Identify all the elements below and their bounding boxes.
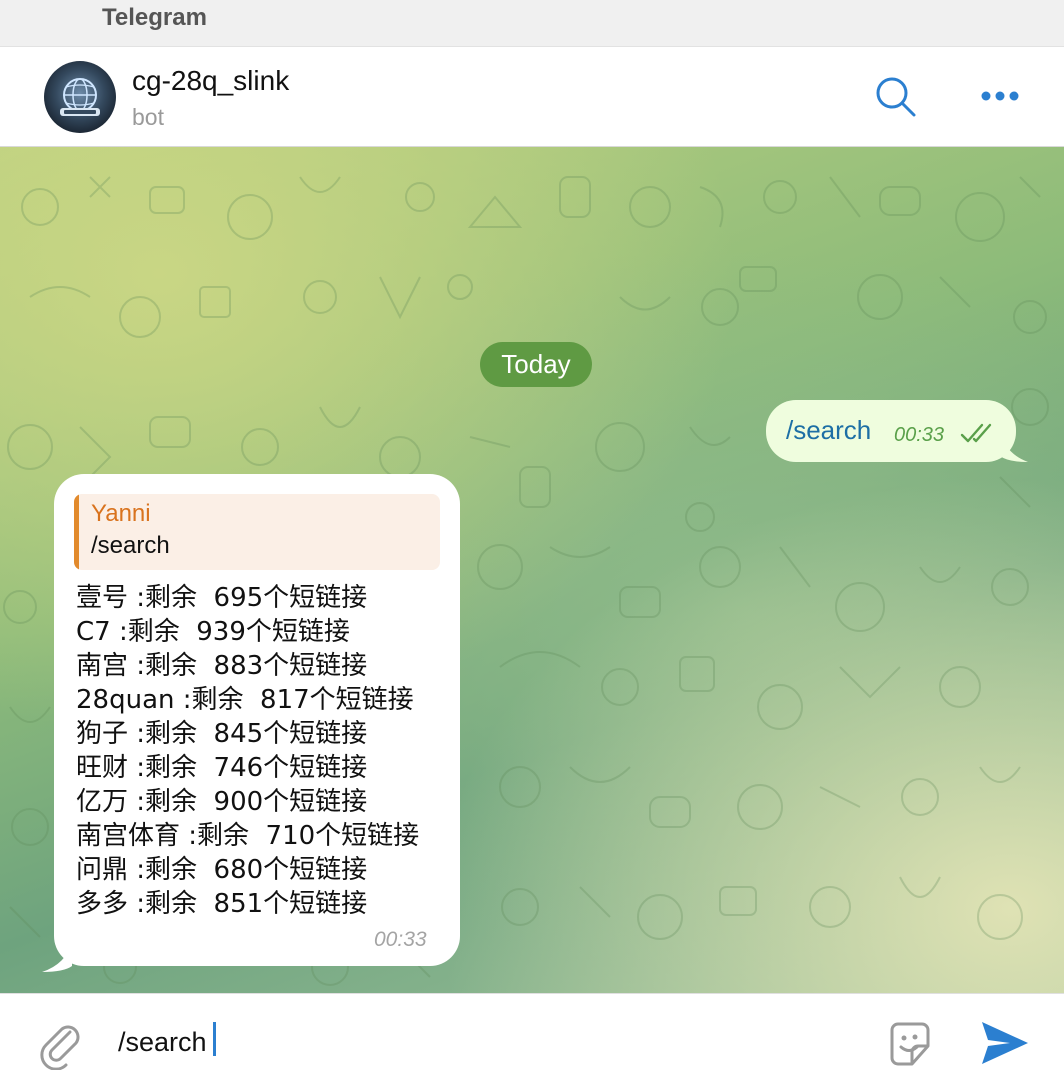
more-options-button[interactable] [975,71,1025,121]
message-composer [0,993,1064,1085]
message-line: 旺财 :剩余 746个短链接 [76,753,368,783]
outgoing-message-text: /search [786,415,872,445]
incoming-bubble-tail [42,942,72,972]
reply-quote[interactable]: Yanni /search [74,494,440,570]
attach-button[interactable] [34,1018,86,1071]
message-line: 多多 :剩余 851个短链接 [76,889,368,919]
message-line: 28quan :剩余 817个短链接 [76,685,414,715]
message-input[interactable] [118,1022,858,1062]
outgoing-message-time: 00:33 [894,424,945,446]
message-line: 亿万 :剩余 900个短链接 [76,787,368,817]
globe-logo-icon [60,78,100,116]
date-separator: Today [480,342,592,387]
chat-area[interactable]: Today /search 00:33 Yanni /search 壹号 :剩余… [0,147,1064,993]
chat-header: cg-28q_slink bot [0,47,1064,147]
app-name: Telegram [102,4,207,31]
message-line: C7 :剩余 939个短链接 [76,617,350,647]
sticker-button[interactable] [882,1016,938,1072]
message-line: 壹号 :剩余 695个短链接 [76,583,368,613]
text-cursor [213,1022,216,1056]
window-title-bar: Telegram [0,0,1064,47]
reply-accent-bar [74,494,79,570]
chat-subtitle: bot [132,104,164,130]
message-lines: 壹号 :剩余 695个短链接 C7 :剩余 939个短链接 南宫 :剩余 883… [76,581,419,921]
double-check-icon [960,423,992,443]
message-line: 南宫体育 :剩余 710个短链接 [76,821,420,851]
more-dots-icon [981,91,1019,101]
incoming-message-time: 00:33 [374,928,427,951]
paperclip-icon [40,1025,80,1071]
avatar[interactable] [44,61,116,133]
search-button[interactable] [870,71,920,121]
search-icon [876,77,916,117]
reply-text: /search [91,532,170,559]
chat-title: cg-28q_slink [132,65,290,96]
message-line: 问鼎 :剩余 680个短链接 [76,855,368,885]
send-button[interactable] [978,1018,1030,1068]
sticker-icon [890,1022,930,1066]
send-icon [982,1022,1028,1064]
message-line: 狗子 :剩余 845个短链接 [76,719,368,749]
message-line: 南宫 :剩余 883个短链接 [76,651,368,681]
outgoing-bubble-tail [1000,432,1028,462]
reply-author: Yanni [91,500,151,527]
